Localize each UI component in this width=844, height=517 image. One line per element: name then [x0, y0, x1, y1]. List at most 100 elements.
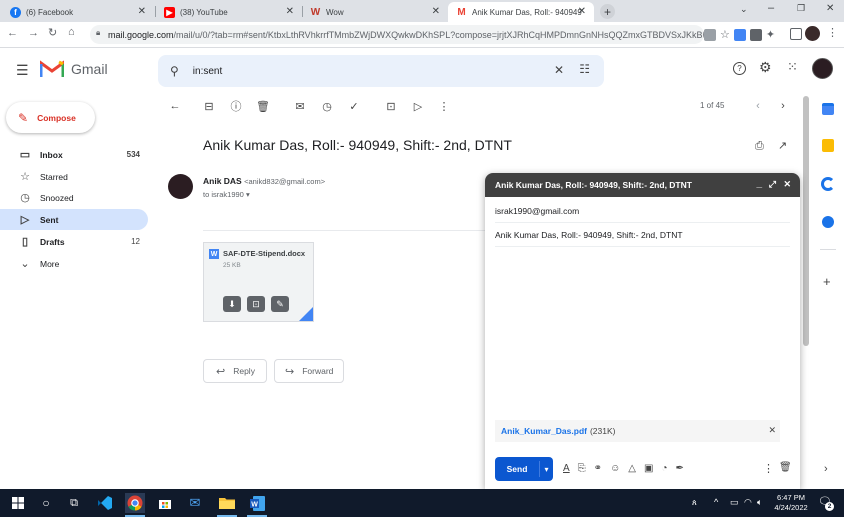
- search-options-icon[interactable]: ☷: [579, 62, 590, 76]
- compose-header[interactable]: Anik Kumar Das, Roll:- 940949, Shift:- 2…: [485, 173, 800, 197]
- reload-icon[interactable]: ↻: [48, 26, 57, 39]
- close-icon[interactable]: ✕: [783, 179, 791, 190]
- sender-avatar[interactable]: [168, 174, 193, 199]
- apps-grid-icon[interactable]: ⁙: [787, 59, 798, 75]
- mail-envelope-icon[interactable]: ✉: [185, 493, 205, 513]
- extension-icon[interactable]: [704, 28, 716, 41]
- minimize-icon[interactable]: _: [756, 178, 762, 189]
- signature-icon[interactable]: ✒: [675, 463, 683, 474]
- url-input[interactable]: 🔒︎ mail.google.com /mail/u/0/?tab=rm#sen…: [90, 25, 704, 44]
- sidebar-item-snoozed[interactable]: ◷ Snoozed: [0, 187, 148, 208]
- search-input[interactable]: in:sent: [193, 66, 222, 77]
- expand-panel-chevron-icon[interactable]: ›: [824, 463, 828, 475]
- file-explorer-icon[interactable]: [217, 493, 237, 513]
- older-chevron-icon[interactable]: ‹: [750, 98, 766, 114]
- wifi-icon[interactable]: ◠: [744, 497, 752, 508]
- keep-icon[interactable]: [822, 139, 834, 152]
- bookmark-star-icon[interactable]: ☆: [720, 28, 730, 41]
- close-window-button[interactable]: ✕: [826, 3, 834, 14]
- close-tab-icon[interactable]: ✕: [138, 6, 146, 17]
- compose-attachment-name[interactable]: Anik_Kumar_Das.pdf: [501, 426, 587, 436]
- save-to-drive-icon[interactable]: ⊡: [247, 296, 265, 312]
- insert-photo-icon[interactable]: ▣: [644, 463, 653, 474]
- archive-icon[interactable]: ⊟: [201, 98, 217, 114]
- minimize-button[interactable]: –: [768, 2, 774, 14]
- sidebar-item-inbox[interactable]: ▭ Inbox 534: [0, 144, 148, 165]
- contacts-icon[interactable]: [822, 216, 834, 228]
- compose-attachment[interactable]: Anik_Kumar_Das.pdf (231K) ✕: [495, 420, 780, 442]
- notification-center-icon[interactable]: 🗨︎ 2: [818, 495, 834, 511]
- task-view-icon[interactable]: ⧉: [64, 493, 84, 513]
- remove-attachment-icon[interactable]: ✕: [768, 425, 776, 436]
- download-icon[interactable]: ⬇: [223, 296, 241, 312]
- send-button[interactable]: Send ▾: [495, 457, 553, 481]
- volume-icon[interactable]: 🔈︎: [757, 497, 762, 508]
- tab-wow[interactable]: W Wow ✕: [302, 2, 448, 22]
- recipients-line[interactable]: to israk1990 ▾: [203, 190, 250, 199]
- puzzle-icon[interactable]: ✦: [766, 28, 775, 41]
- gmail-logo[interactable]: Gmail: [40, 60, 108, 78]
- battery-icon[interactable]: ▭: [730, 497, 739, 508]
- label-icon[interactable]: ▷: [410, 98, 426, 114]
- menu-dots-icon[interactable]: ⋮: [827, 26, 838, 39]
- sidepanel-icon[interactable]: [790, 28, 802, 40]
- clear-search-icon[interactable]: ✕: [554, 63, 564, 77]
- word-app-icon[interactable]: W: [247, 493, 267, 513]
- sidebar-item-drafts[interactable]: ▯ Drafts 12: [0, 231, 148, 252]
- calendar-icon[interactable]: [822, 103, 834, 115]
- profile-avatar[interactable]: [805, 26, 820, 41]
- drive-icon[interactable]: △: [628, 463, 636, 474]
- account-avatar[interactable]: [812, 58, 833, 79]
- mark-unread-icon[interactable]: ✉: [292, 98, 308, 114]
- tab-search-icon[interactable]: ⌄: [740, 4, 748, 15]
- discard-draft-icon[interactable]: 🗑︎: [779, 462, 792, 473]
- back-arrow-icon[interactable]: ←: [167, 98, 183, 114]
- more-actions-icon[interactable]: ⋮: [436, 98, 452, 114]
- attachment-card[interactable]: W SAF-DTE-Stipend.docx 25 KB ⬇ ⊡ ✎: [203, 242, 314, 322]
- sidebar-item-more[interactable]: ⌄ More: [0, 253, 148, 274]
- print-icon[interactable]: ⎙: [755, 140, 764, 153]
- search-circle-icon[interactable]: ○: [36, 493, 56, 513]
- delete-icon[interactable]: 🗑︎: [255, 98, 271, 114]
- newer-chevron-icon[interactable]: ›: [775, 98, 791, 114]
- snooze-icon[interactable]: ◷: [319, 98, 335, 114]
- show-hidden-icons-chevron[interactable]: ^: [714, 497, 718, 507]
- tab-youtube[interactable]: ▶ (38) YouTube ✕: [156, 2, 302, 22]
- restore-button[interactable]: ❐: [797, 3, 805, 14]
- attach-file-icon[interactable]: ⎘: [578, 463, 586, 474]
- search-bar[interactable]: ⚲ in:sent ✕ ☷: [158, 55, 604, 87]
- forward-arrow-icon[interactable]: →: [28, 27, 39, 39]
- compose-button[interactable]: ✎ Compose: [6, 102, 95, 133]
- edit-pencil-icon[interactable]: ✎: [271, 296, 289, 312]
- windows-start-icon[interactable]: [8, 493, 28, 513]
- sidebar-item-starred[interactable]: ☆ Starred: [0, 166, 148, 187]
- sidebar-item-sent[interactable]: ▷ Sent: [0, 209, 148, 230]
- main-menu-icon[interactable]: ☰: [16, 62, 29, 79]
- close-tab-icon[interactable]: ✕: [578, 6, 586, 17]
- vscode-icon[interactable]: [95, 493, 115, 513]
- tab-gmail-active[interactable]: M Anik Kumar Das, Roll:- 940949, S ✕: [448, 2, 594, 22]
- tasks-icon[interactable]: [821, 177, 835, 191]
- text-format-icon[interactable]: A: [563, 463, 570, 474]
- extension-icon[interactable]: [733, 28, 746, 41]
- move-to-icon[interactable]: ⊡: [383, 98, 399, 114]
- confidential-mode-icon[interactable]: ◔: [661, 463, 667, 474]
- sender-name[interactable]: Anik DAS: [203, 176, 242, 186]
- insert-link-icon[interactable]: ⚭: [594, 463, 602, 474]
- open-new-window-icon[interactable]: ↗: [778, 139, 787, 152]
- emoji-icon[interactable]: ☺: [610, 463, 620, 474]
- search-icon[interactable]: ⚲: [170, 64, 179, 78]
- recipient-field[interactable]: israk1990@gmail.com: [495, 206, 579, 216]
- extension-icon[interactable]: [749, 28, 762, 41]
- new-tab-button[interactable]: +: [600, 4, 615, 19]
- person-icon[interactable]: ጰ: [692, 498, 697, 508]
- home-icon[interactable]: ⌂: [68, 26, 75, 38]
- add-addon-icon[interactable]: +: [823, 274, 831, 289]
- chrome-icon[interactable]: [125, 493, 145, 513]
- send-options-icon[interactable]: ▾: [540, 465, 553, 474]
- page-scrollbar[interactable]: [803, 96, 809, 346]
- tab-facebook[interactable]: f (6) Facebook ✕: [2, 2, 154, 22]
- settings-gear-icon[interactable]: ⚙: [759, 59, 772, 76]
- store-bag-icon[interactable]: [155, 493, 175, 513]
- clock-area[interactable]: 6:47 PM 4/24/2022: [774, 493, 808, 513]
